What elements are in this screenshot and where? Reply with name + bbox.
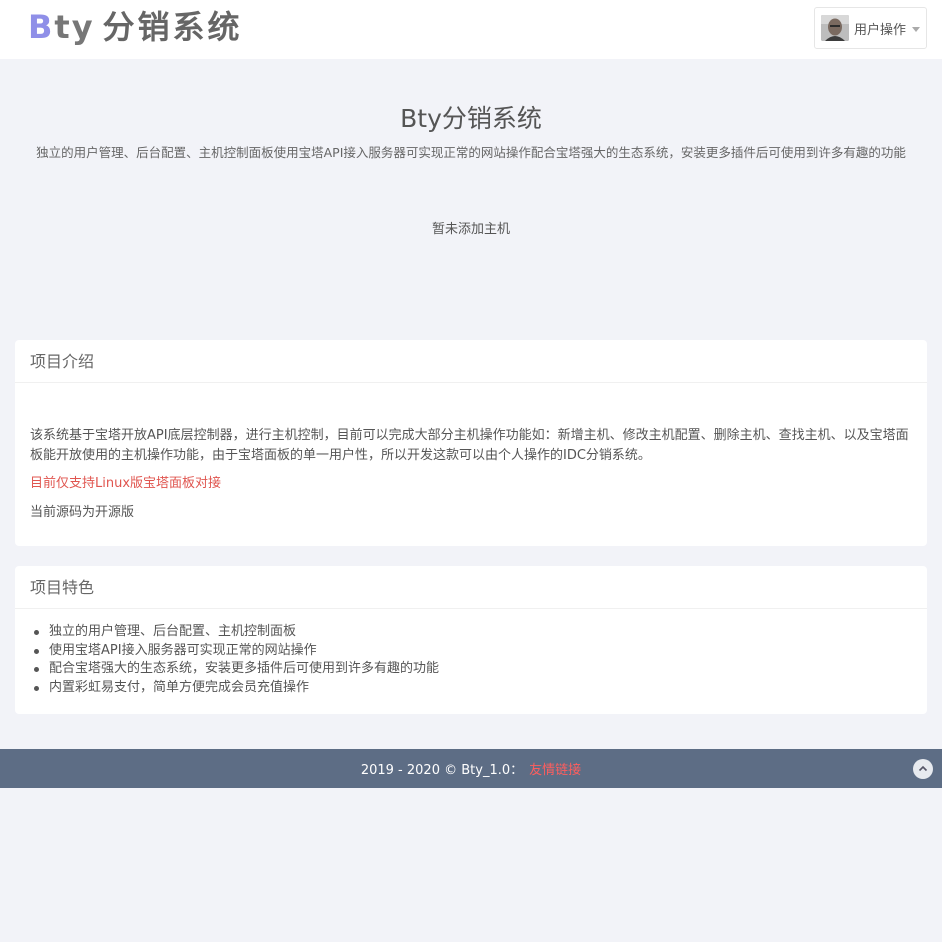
list-item: 使用宝塔API接入服务器可实现正常的网站操作 <box>33 642 912 661</box>
page-title: Bty分销系统 <box>400 104 542 133</box>
project-features-body: 独立的用户管理、后台配置、主机控制面板 使用宝塔API接入服务器可实现正常的网站… <box>15 623 927 697</box>
chevron-down-icon <box>912 26 921 32</box>
list-item: 内置彩虹易支付，简单方便完成会员充值操作 <box>33 679 912 698</box>
project-intro-title: 项目介绍 <box>15 340 927 383</box>
site-logo[interactable]: Bty 分销系统 <box>28 8 243 46</box>
user-menu-label: 用户操作 <box>854 22 907 38</box>
list-item: 独立的用户管理、后台配置、主机控制面板 <box>33 623 912 642</box>
user-menu-dropdown[interactable]: 用户操作 <box>814 7 927 49</box>
back-to-top-button[interactable] <box>913 759 933 779</box>
intro-opensource-note: 当前源码为开源版 <box>30 505 135 520</box>
avatar-icon <box>821 15 849 41</box>
project-intro-card: 项目介绍 该系统基于宝塔开放API底层控制器，进行主机控制，目前可以完成大部分主… <box>15 340 927 546</box>
friend-links-link[interactable]: 友情链接 <box>529 759 581 778</box>
logo-letter-b: B <box>28 8 55 46</box>
intro-paragraph: 该系统基于宝塔开放API底层控制器，进行主机控制，目前可以完成大部分主机操作功能… <box>30 428 909 463</box>
chevron-up-icon <box>918 765 928 772</box>
list-item: 配合宝塔强大的生态系统，安装更多插件后可使用到许多有趣的功能 <box>33 660 912 679</box>
footer-copyright: 2019 - 2020 © Bty_1.0： <box>360 763 524 778</box>
top-header: Bty 分销系统 用户操作 <box>0 0 942 59</box>
empty-host-message: 暂未添加主机 <box>431 222 510 237</box>
project-intro-body: 该系统基于宝塔开放API底层控制器，进行主机控制，目前可以完成大部分主机操作功能… <box>15 426 927 523</box>
project-features-title: 项目特色 <box>15 566 927 609</box>
logo-chinese-name: 分销系统 <box>102 8 243 46</box>
intro-notice: 目前仅支持Linux版宝塔面板对接 <box>30 476 222 491</box>
logo-letters-ty: ty <box>54 8 95 46</box>
page-subtitle: 独立的用户管理、后台配置、主机控制面板使用宝塔API接入服务器可实现正常的网站操… <box>36 145 906 160</box>
project-features-card: 项目特色 独立的用户管理、后台配置、主机控制面板 使用宝塔API接入服务器可实现… <box>15 566 927 714</box>
page-footer: 2019 - 2020 © Bty_1.0： 友情链接 <box>0 749 942 788</box>
features-list: 独立的用户管理、后台配置、主机控制面板 使用宝塔API接入服务器可实现正常的网站… <box>30 623 912 697</box>
